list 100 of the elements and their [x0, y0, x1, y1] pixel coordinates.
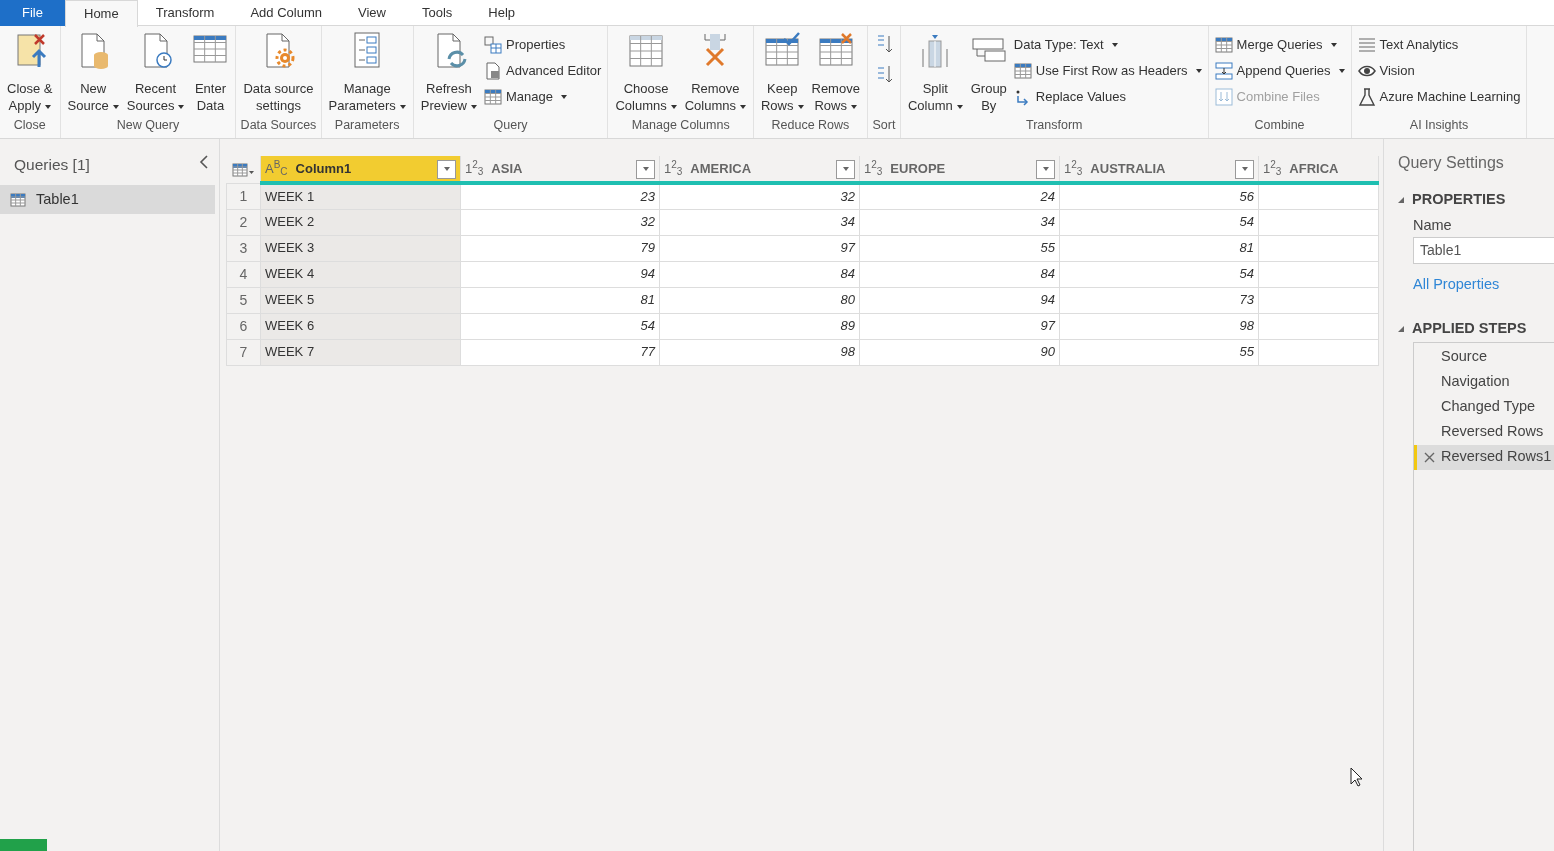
ribbon-button[interactable]: Remove Columns — [680, 31, 750, 114]
caret-icon — [850, 104, 857, 109]
column-header[interactable]: A$^{B}$$_{C}$ Column1 — [260, 156, 461, 183]
caret-icon — [956, 104, 963, 109]
ribbon-button[interactable]: Manage — [481, 84, 605, 110]
table-cell: 84 — [659, 261, 860, 287]
filter-dropdown[interactable] — [1036, 159, 1055, 179]
column-title: AFRICA — [1289, 160, 1339, 176]
caret-icon — [1241, 167, 1248, 171]
ribbon-button[interactable]: Merge Queries — [1211, 32, 1348, 58]
table-cell: 97 — [659, 235, 860, 261]
caret-icon — [797, 104, 804, 109]
ribbon-button[interactable]: Append Queries — [1211, 58, 1348, 84]
table-cell: 80 — [659, 287, 860, 313]
name-field[interactable]: Table1 — [1413, 236, 1554, 264]
filter-dropdown[interactable] — [437, 159, 456, 179]
applied-step[interactable]: Changed Type — [1414, 394, 1554, 420]
ribbon-button[interactable]: New Source — [63, 31, 123, 114]
collapse-icon[interactable] — [199, 155, 209, 169]
ribbon-button[interactable]: Advanced Editor — [481, 58, 605, 84]
ribbon-button[interactable]: Refresh Preview — [416, 31, 481, 114]
text-lines-icon — [1357, 36, 1376, 54]
expand-icon[interactable] — [1398, 197, 1404, 203]
table-cell: 98 — [659, 339, 860, 365]
table-cell: 94 — [859, 287, 1060, 313]
expand-icon[interactable] — [1398, 325, 1404, 332]
applied-step[interactable]: Reversed Rows1 — [1414, 444, 1554, 470]
ribbon-button[interactable]: Enter Data — [188, 31, 233, 114]
ribbon-tab[interactable]: View — [340, 0, 404, 26]
applied-step[interactable]: Source — [1414, 344, 1554, 370]
caret-icon — [842, 167, 849, 171]
filter-dropdown[interactable] — [636, 159, 655, 179]
status-indicator — [0, 839, 47, 851]
column-header[interactable]: 1$^{2}$$_{3}$ AMERICA — [659, 156, 860, 183]
table-cell: 24 — [859, 183, 1060, 209]
ribbon-tab[interactable]: Transform — [137, 0, 233, 26]
row-number: 3 — [226, 235, 261, 261]
ribbon-button[interactable]: Keep Rows — [757, 31, 808, 114]
ribbon-button[interactable]: Text Analytics — [1354, 32, 1524, 58]
column-title: AMERICA — [690, 160, 752, 176]
applied-step[interactable]: Navigation — [1414, 369, 1554, 395]
delete-icon[interactable] — [1424, 451, 1435, 463]
ribbon-button[interactable]: Replace Values — [1010, 84, 1205, 110]
column-title: EUROPE — [890, 160, 946, 176]
caret-icon — [670, 104, 677, 109]
ribbon-button[interactable]: Data Type: Text — [1010, 32, 1205, 58]
ribbon-button[interactable]: Close & Apply — [3, 31, 57, 114]
file-tab[interactable]: File — [0, 0, 65, 26]
ribbon-button[interactable]: Azure Machine Learning — [1354, 84, 1524, 110]
caret-icon — [1111, 43, 1118, 47]
table-cell: WEEK 4 — [260, 261, 461, 287]
table-cell: WEEK 5 — [260, 287, 461, 313]
row-number: 7 — [226, 339, 261, 365]
table-check-icon — [764, 31, 801, 69]
column-header[interactable]: 1$^{2}$$_{3}$ ASIA — [460, 156, 660, 183]
caret-icon — [1338, 69, 1345, 73]
group-label: New Query — [115, 117, 181, 134]
column-header[interactable]: 1$^{2}$$_{3}$ EUROPE — [859, 156, 1060, 183]
table-cell: 90 — [859, 339, 1060, 365]
ribbon-button[interactable]: Remove Rows — [807, 31, 864, 114]
flask-icon — [1357, 88, 1376, 106]
table-list-icon — [484, 36, 502, 54]
group-label: Reduce Rows — [770, 117, 851, 134]
table-cell: 54 — [460, 313, 660, 339]
ribbon-button[interactable]: Use First Row as Headers — [1010, 58, 1205, 84]
ribbon-button[interactable]: Manage Parameters — [324, 31, 410, 114]
caret-icon — [642, 167, 649, 171]
table-cell: 23 — [460, 183, 660, 209]
column-header[interactable]: 1$^{2}$$_{3}$ AUSTRALIA — [1059, 156, 1259, 183]
table-cell: 81 — [1059, 235, 1259, 261]
mouse-pointer-icon — [1350, 767, 1364, 787]
table-cell: 56 — [1059, 183, 1259, 209]
caret-icon — [178, 104, 185, 109]
ribbon-button[interactable]: Properties — [481, 32, 605, 58]
group-label: Close — [12, 117, 47, 134]
table-cell: 34 — [659, 209, 860, 235]
ribbon-tab[interactable]: Tools — [403, 0, 471, 26]
ribbon-button[interactable]: Recent Sources — [122, 31, 189, 114]
ribbon-tab[interactable]: Add Column — [232, 0, 340, 26]
table-menu-icon — [230, 162, 255, 179]
filter-dropdown[interactable] — [1235, 159, 1254, 179]
table-icon — [1013, 62, 1032, 80]
group-label: Transform — [1025, 117, 1084, 134]
table-cell: 77 — [460, 339, 660, 365]
ribbon-tab[interactable]: Help — [470, 0, 534, 26]
ribbon-button[interactable]: Split Column — [903, 31, 967, 114]
ribbon-button[interactable]: Choose Columns — [611, 31, 681, 114]
ribbon-button[interactable]: Vision — [1354, 58, 1524, 84]
ribbon-button[interactable]: Data source settings — [239, 31, 318, 114]
row-number: 5 — [226, 287, 261, 313]
group-label: Manage Columns — [630, 117, 731, 134]
applied-step[interactable]: Reversed Rows — [1414, 419, 1554, 445]
ribbon-tab[interactable]: Home — [65, 0, 138, 27]
row-number: 4 — [226, 261, 261, 287]
query-item[interactable]: Table1 — [0, 185, 215, 214]
group-label: Query — [492, 117, 529, 134]
ribbon-button[interactable]: Group By — [966, 31, 1011, 114]
row-number: 6 — [226, 313, 261, 339]
filter-dropdown[interactable] — [836, 159, 855, 179]
column-header[interactable]: 1$^{2}$$_{3}$ AFRICA — [1258, 156, 1379, 183]
